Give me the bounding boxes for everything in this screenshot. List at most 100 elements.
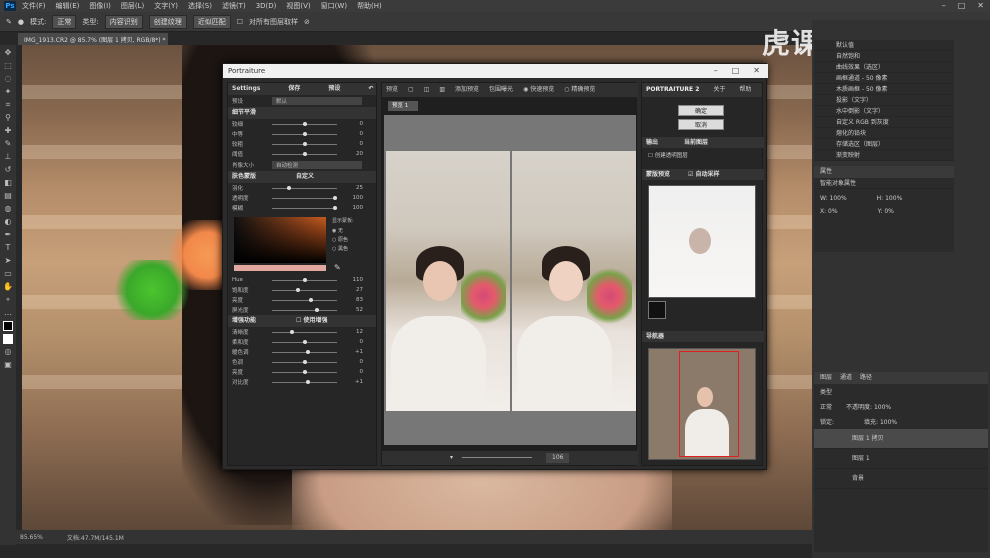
use-enhance-checkbox[interactable]: ☐ 使用增强 bbox=[296, 315, 327, 327]
minimize-icon[interactable]: – bbox=[942, 1, 946, 10]
zoom-field[interactable]: 106 bbox=[546, 453, 570, 463]
mask-mode-select[interactable]: 自定义 bbox=[296, 171, 314, 183]
preview-tab[interactable]: 预览 1 bbox=[388, 101, 418, 111]
skin-mask-header[interactable]: 肤色蒙版 bbox=[232, 171, 256, 183]
mask-preview-header[interactable]: 蒙版预览 bbox=[646, 169, 670, 180]
maximize-icon[interactable]: □ bbox=[958, 1, 966, 10]
zoom-out-icon[interactable]: ▾ bbox=[450, 451, 453, 465]
split-view-icon[interactable]: ◫ bbox=[424, 83, 430, 97]
menu-type[interactable]: 文字(Y) bbox=[154, 1, 178, 11]
mask-slider-value[interactable]: 100 bbox=[337, 195, 367, 201]
output-header[interactable]: 输出 bbox=[646, 137, 658, 148]
healing-brush-icon[interactable]: ✎ bbox=[6, 18, 12, 26]
single-view-icon[interactable]: ▢ bbox=[408, 83, 414, 97]
hand-tool-icon[interactable]: ✋ bbox=[3, 282, 13, 292]
enhance-slider-knob[interactable] bbox=[302, 339, 307, 344]
layer-row[interactable]: 背景 bbox=[814, 469, 988, 489]
detail-slider-value[interactable]: 0 bbox=[337, 131, 367, 137]
maximize-icon[interactable]: □ bbox=[732, 64, 740, 78]
pressure-icon[interactable]: ⊘ bbox=[304, 18, 310, 26]
tab-layers[interactable]: 图层 bbox=[820, 372, 832, 384]
new-layer-checkbox[interactable]: ☐ 创建透明图层 bbox=[648, 151, 688, 159]
hsl-slider-value[interactable]: 27 bbox=[337, 287, 367, 293]
width-field[interactable]: W: 100% bbox=[820, 195, 847, 202]
screen-mode-icon[interactable]: ▣ bbox=[3, 360, 13, 370]
hsl-slider-track[interactable] bbox=[272, 307, 337, 312]
foreground-color-swatch[interactable] bbox=[3, 321, 13, 331]
navigator-preview[interactable] bbox=[648, 348, 756, 460]
enhance-slider-track[interactable] bbox=[272, 379, 337, 384]
enhance-slider-value[interactable]: 0 bbox=[337, 339, 367, 345]
stamp-tool-icon[interactable]: ⊥ bbox=[3, 152, 13, 162]
gradient-tool-icon[interactable]: ▤ bbox=[3, 191, 13, 201]
hsl-slider-knob[interactable] bbox=[314, 307, 319, 312]
fill-field[interactable]: 填充: 100% bbox=[864, 417, 897, 426]
enhance-slider-track[interactable] bbox=[272, 349, 337, 354]
enhance-slider-knob[interactable] bbox=[302, 359, 307, 364]
detail-slider-knob[interactable] bbox=[302, 141, 307, 146]
output-select[interactable]: 当前图层 bbox=[684, 137, 708, 148]
proximity-match-button[interactable]: 近似匹配 bbox=[192, 14, 231, 29]
portrait-size-select[interactable]: 自动检测 bbox=[272, 161, 362, 169]
enhance-slider-knob[interactable] bbox=[305, 349, 310, 354]
mask-option-black[interactable]: ○ 黑色 bbox=[332, 245, 348, 252]
menu-view[interactable]: 视图(V) bbox=[286, 1, 310, 11]
detail-slider-value[interactable]: 0 bbox=[337, 121, 367, 127]
enhance-slider-knob[interactable] bbox=[290, 329, 295, 334]
dodge-tool-icon[interactable]: ◐ bbox=[3, 217, 13, 227]
detail-slider-value[interactable]: 20 bbox=[337, 151, 367, 157]
cancel-button[interactable]: 取消 bbox=[678, 119, 724, 130]
menu-layer[interactable]: 图层(L) bbox=[121, 1, 144, 11]
mask-slider-knob[interactable] bbox=[333, 205, 337, 210]
bracketing-button[interactable]: 包围曝光 bbox=[489, 83, 513, 97]
blend-mode-select[interactable]: 正常 bbox=[820, 402, 832, 411]
preset-select[interactable]: 默认 bbox=[272, 97, 362, 105]
height-field[interactable]: H: 100% bbox=[877, 195, 903, 202]
mask-option-none[interactable]: ◉ 无 bbox=[332, 227, 343, 234]
action-row[interactable]: 存储选区（图层） bbox=[814, 139, 954, 150]
add-preview-button[interactable]: 添加预览 bbox=[455, 83, 479, 97]
layer-row[interactable]: 图层 1 bbox=[814, 449, 988, 469]
menu-3d[interactable]: 3D(D) bbox=[256, 2, 277, 10]
more-tools-icon[interactable]: … bbox=[3, 308, 13, 318]
skin-color-bar[interactable] bbox=[234, 265, 326, 271]
sample-all-checkbox[interactable]: ☐ bbox=[237, 18, 243, 26]
filter-kind-select[interactable]: 类型 bbox=[820, 387, 832, 396]
tab-properties[interactable]: 属性 bbox=[820, 166, 832, 178]
menu-edit[interactable]: 编辑(E) bbox=[56, 1, 80, 11]
close-icon[interactable]: ✕ bbox=[753, 64, 760, 78]
eyedropper-icon[interactable]: ✎ bbox=[334, 263, 341, 272]
menu-image[interactable]: 图像(I) bbox=[89, 1, 111, 11]
mask-slider-track[interactable] bbox=[272, 195, 337, 200]
zoom-readout[interactable]: 85.65% bbox=[20, 534, 43, 541]
move-tool-icon[interactable]: ✥ bbox=[3, 48, 13, 58]
pen-tool-icon[interactable]: ✒ bbox=[3, 230, 13, 240]
enhance-slider-value[interactable]: 0 bbox=[337, 369, 367, 375]
layer-row[interactable]: 图层 1 拷贝 bbox=[814, 429, 988, 449]
shape-tool-icon[interactable]: ▭ bbox=[3, 269, 13, 279]
eraser-tool-icon[interactable]: ◧ bbox=[3, 178, 13, 188]
history-brush-icon[interactable]: ↺ bbox=[3, 165, 13, 175]
detail-slider-track[interactable] bbox=[272, 121, 337, 126]
background-color-swatch[interactable] bbox=[3, 334, 13, 344]
menu-select[interactable]: 选择(S) bbox=[188, 1, 212, 11]
hsl-slider-track[interactable] bbox=[272, 287, 337, 292]
action-row[interactable]: 熔化的铅块 bbox=[814, 128, 954, 139]
detail-smoothing-header[interactable]: 细节平滑 bbox=[228, 107, 376, 119]
side-by-side-icon[interactable]: ▥ bbox=[439, 83, 445, 97]
undo-icon[interactable]: ↶ bbox=[368, 83, 373, 95]
lasso-tool-icon[interactable]: ◌ bbox=[3, 74, 13, 84]
preset-button[interactable]: 预设 bbox=[328, 83, 340, 95]
action-row[interactable]: 水中倒影（文字） bbox=[814, 106, 954, 117]
mode-select[interactable]: 正常 bbox=[52, 14, 77, 29]
enhancements-header[interactable]: 增强功能 bbox=[232, 315, 256, 327]
fast-preview-radio[interactable]: ◉ 快速预览 bbox=[523, 83, 554, 97]
mask-slider-track[interactable] bbox=[272, 185, 337, 190]
menu-file[interactable]: 文件(F) bbox=[22, 1, 46, 11]
tab-channels[interactable]: 通道 bbox=[840, 372, 852, 384]
action-row[interactable]: 曲线效果（选区） bbox=[814, 62, 954, 73]
mask-slider-knob[interactable] bbox=[287, 185, 292, 190]
brush-tool-icon[interactable]: ✎ bbox=[3, 139, 13, 149]
y-field[interactable]: Y: 0% bbox=[878, 208, 894, 215]
zoom-slider[interactable] bbox=[462, 457, 532, 458]
